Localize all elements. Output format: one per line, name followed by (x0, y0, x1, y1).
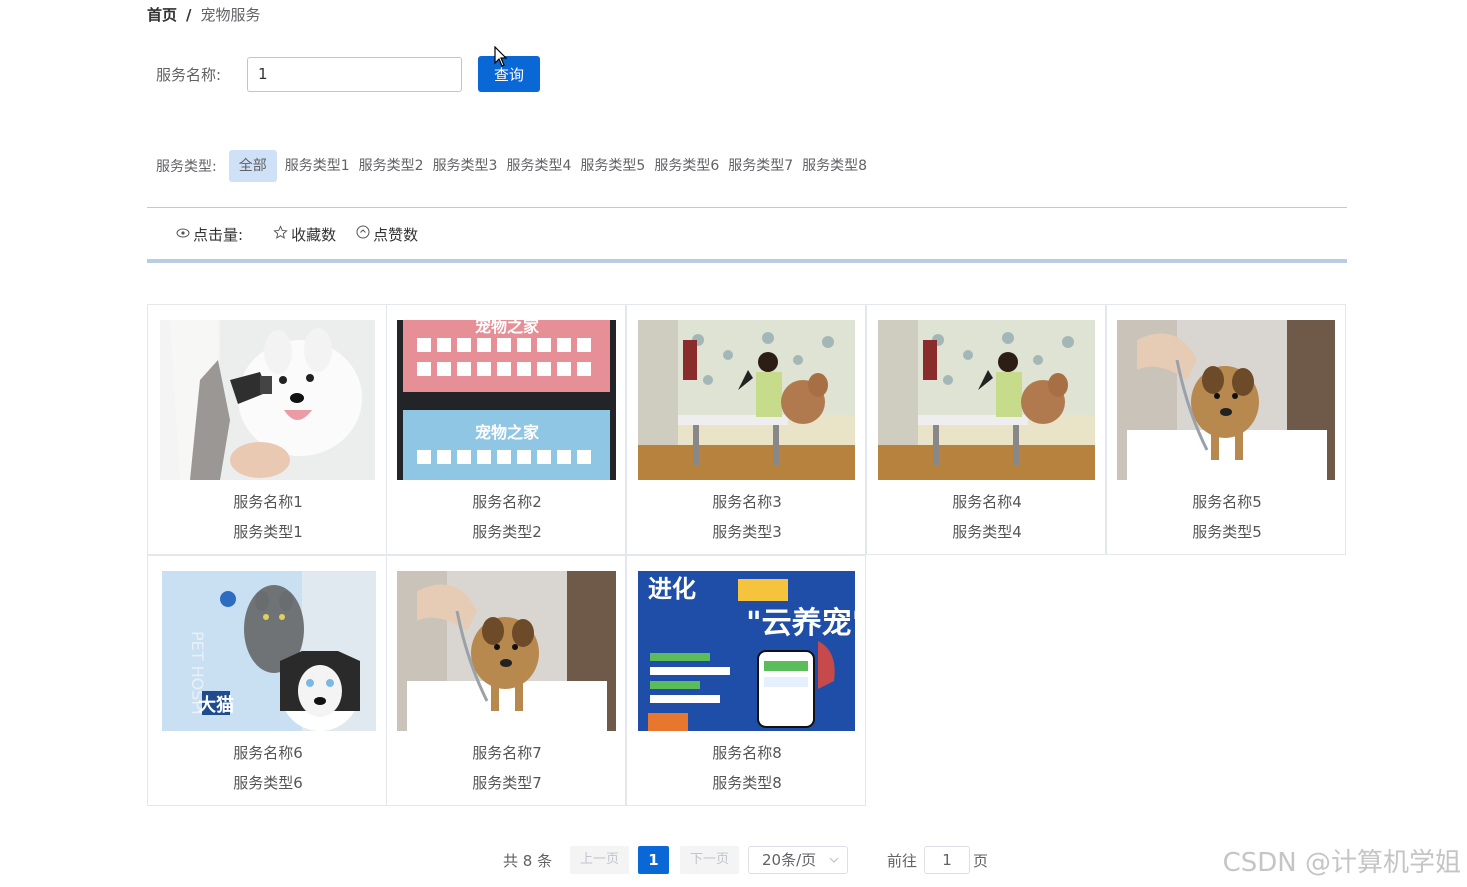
search-form: 服务名称: 查询 (156, 55, 540, 93)
service-card[interactable]: 进化 "云养宠" 服务名称8 服务类型8 (626, 555, 866, 806)
svg-text:进化: 进化 (648, 575, 696, 603)
service-name: 服务名称6 (233, 744, 303, 762)
prev-page-button[interactable]: 上一页 (570, 846, 630, 874)
type-chip-all[interactable]: 全部 (228, 150, 277, 182)
service-type: 服务类型3 (712, 523, 782, 541)
divider (147, 207, 1347, 208)
eye-icon (176, 227, 190, 242)
sort-by-likes[interactable]: 点赞数 (356, 224, 418, 245)
sort-by-favorites[interactable]: 收藏数 (273, 224, 336, 245)
service-type: 服务类型1 (233, 523, 303, 541)
page-number-1[interactable]: 1 (638, 846, 669, 874)
breadcrumb-home[interactable]: 首页 (147, 4, 177, 26)
dog-bath-image (397, 571, 616, 731)
service-type: 服务类型4 (952, 523, 1022, 541)
cloud-pet-poster-image: 进化 "云养宠" (638, 571, 855, 731)
service-name: 服务名称4 (952, 493, 1022, 511)
service-type: 服务类型8 (712, 774, 782, 792)
goto-suffix: 页 (973, 852, 989, 870)
service-name: 服务名称8 (712, 744, 782, 762)
sort-favorites-label: 收藏数 (291, 225, 337, 244)
type-chip-1[interactable]: 服务类型1 (281, 150, 354, 182)
grooming-salon-image (638, 320, 855, 480)
type-chip-4[interactable]: 服务类型4 (502, 150, 575, 182)
query-button[interactable]: 查询 (478, 56, 540, 92)
service-name: 服务名称2 (472, 493, 542, 511)
next-page-button[interactable]: 下一页 (680, 846, 740, 874)
sort-clicks-label: 点击量: (193, 225, 244, 244)
service-card[interactable]: 服务名称4 服务类型4 (866, 304, 1106, 555)
type-chip-3[interactable]: 服务类型3 (429, 150, 502, 182)
svg-text:宠物之家: 宠物之家 (475, 423, 540, 442)
svg-text:"云养宠": "云养宠" (746, 606, 855, 641)
grooming-salon-image (878, 320, 1095, 480)
type-filter-label: 服务类型: (156, 159, 217, 175)
type-chip-7[interactable]: 服务类型7 (724, 150, 797, 182)
search-label: 服务名称: (156, 65, 222, 84)
goto-label: 前往 (887, 852, 918, 870)
service-card[interactable]: 服务名称5 服务类型5 (1106, 304, 1346, 555)
mouse-cursor-icon (494, 46, 508, 67)
service-name: 服务名称7 (472, 744, 542, 762)
pet-hospital-poster-image: PET HOSPI 大猫 (162, 571, 376, 731)
watermark: CSDN @计算机学姐 (1222, 848, 1461, 878)
service-card[interactable]: 服务名称3 服务类型3 (626, 304, 866, 555)
service-card[interactable]: 服务名称7 服务类型7 (386, 555, 626, 806)
type-chip-8[interactable]: 服务类型8 (798, 150, 871, 182)
samoyed-grooming-image (160, 320, 375, 480)
service-name: 服务名称5 (1192, 493, 1262, 511)
type-chip-6[interactable]: 服务类型6 (650, 150, 723, 182)
pet-home-banner-image: 宠物之家 宠物之家 (397, 320, 616, 480)
breadcrumb-separator: / (186, 6, 192, 24)
service-name: 服务名称3 (712, 493, 782, 511)
dog-bath-image (1117, 320, 1335, 480)
goto-page-input[interactable]: 1 (924, 846, 970, 874)
sort-bar: 点击量: 收藏数 点赞数 (176, 222, 438, 246)
svg-text:大猫: 大猫 (198, 694, 234, 716)
type-chip-2[interactable]: 服务类型2 (355, 150, 428, 182)
breadcrumb-current: 宠物服务 (200, 6, 261, 24)
sort-by-clicks[interactable]: 点击量: (176, 224, 243, 245)
service-type: 服务类型5 (1192, 523, 1262, 541)
chevron-down-icon (829, 847, 839, 883)
star-icon (273, 224, 288, 244)
service-name-input[interactable] (247, 56, 462, 92)
service-type-filter: 服务类型: 全部 服务类型1 服务类型2 服务类型3 服务类型4 服务类型5 服… (156, 150, 872, 182)
service-name: 服务名称1 (233, 493, 303, 511)
like-icon (356, 225, 370, 243)
page-size-value: 20条/页 (762, 851, 817, 869)
divider-thick (147, 259, 1347, 263)
service-type: 服务类型7 (472, 774, 542, 792)
page-size-select[interactable]: 20条/页 (748, 846, 848, 874)
service-card[interactable]: 宠物之家 宠物之家 服务名称2 服务类型2 (386, 304, 626, 555)
service-type: 服务类型6 (233, 774, 303, 792)
breadcrumb: 首页 / 宠物服务 (147, 4, 261, 26)
service-card[interactable]: 服务名称1 服务类型1 (147, 304, 387, 555)
pagination-total: 共 8 条 (503, 852, 553, 870)
svg-text:宠物之家: 宠物之家 (475, 320, 540, 336)
service-type: 服务类型2 (472, 523, 542, 541)
sort-likes-label: 点赞数 (373, 225, 419, 244)
service-card[interactable]: PET HOSPI 大猫 服务名称6 服务类型6 (147, 555, 387, 806)
type-chip-5[interactable]: 服务类型5 (576, 150, 649, 182)
